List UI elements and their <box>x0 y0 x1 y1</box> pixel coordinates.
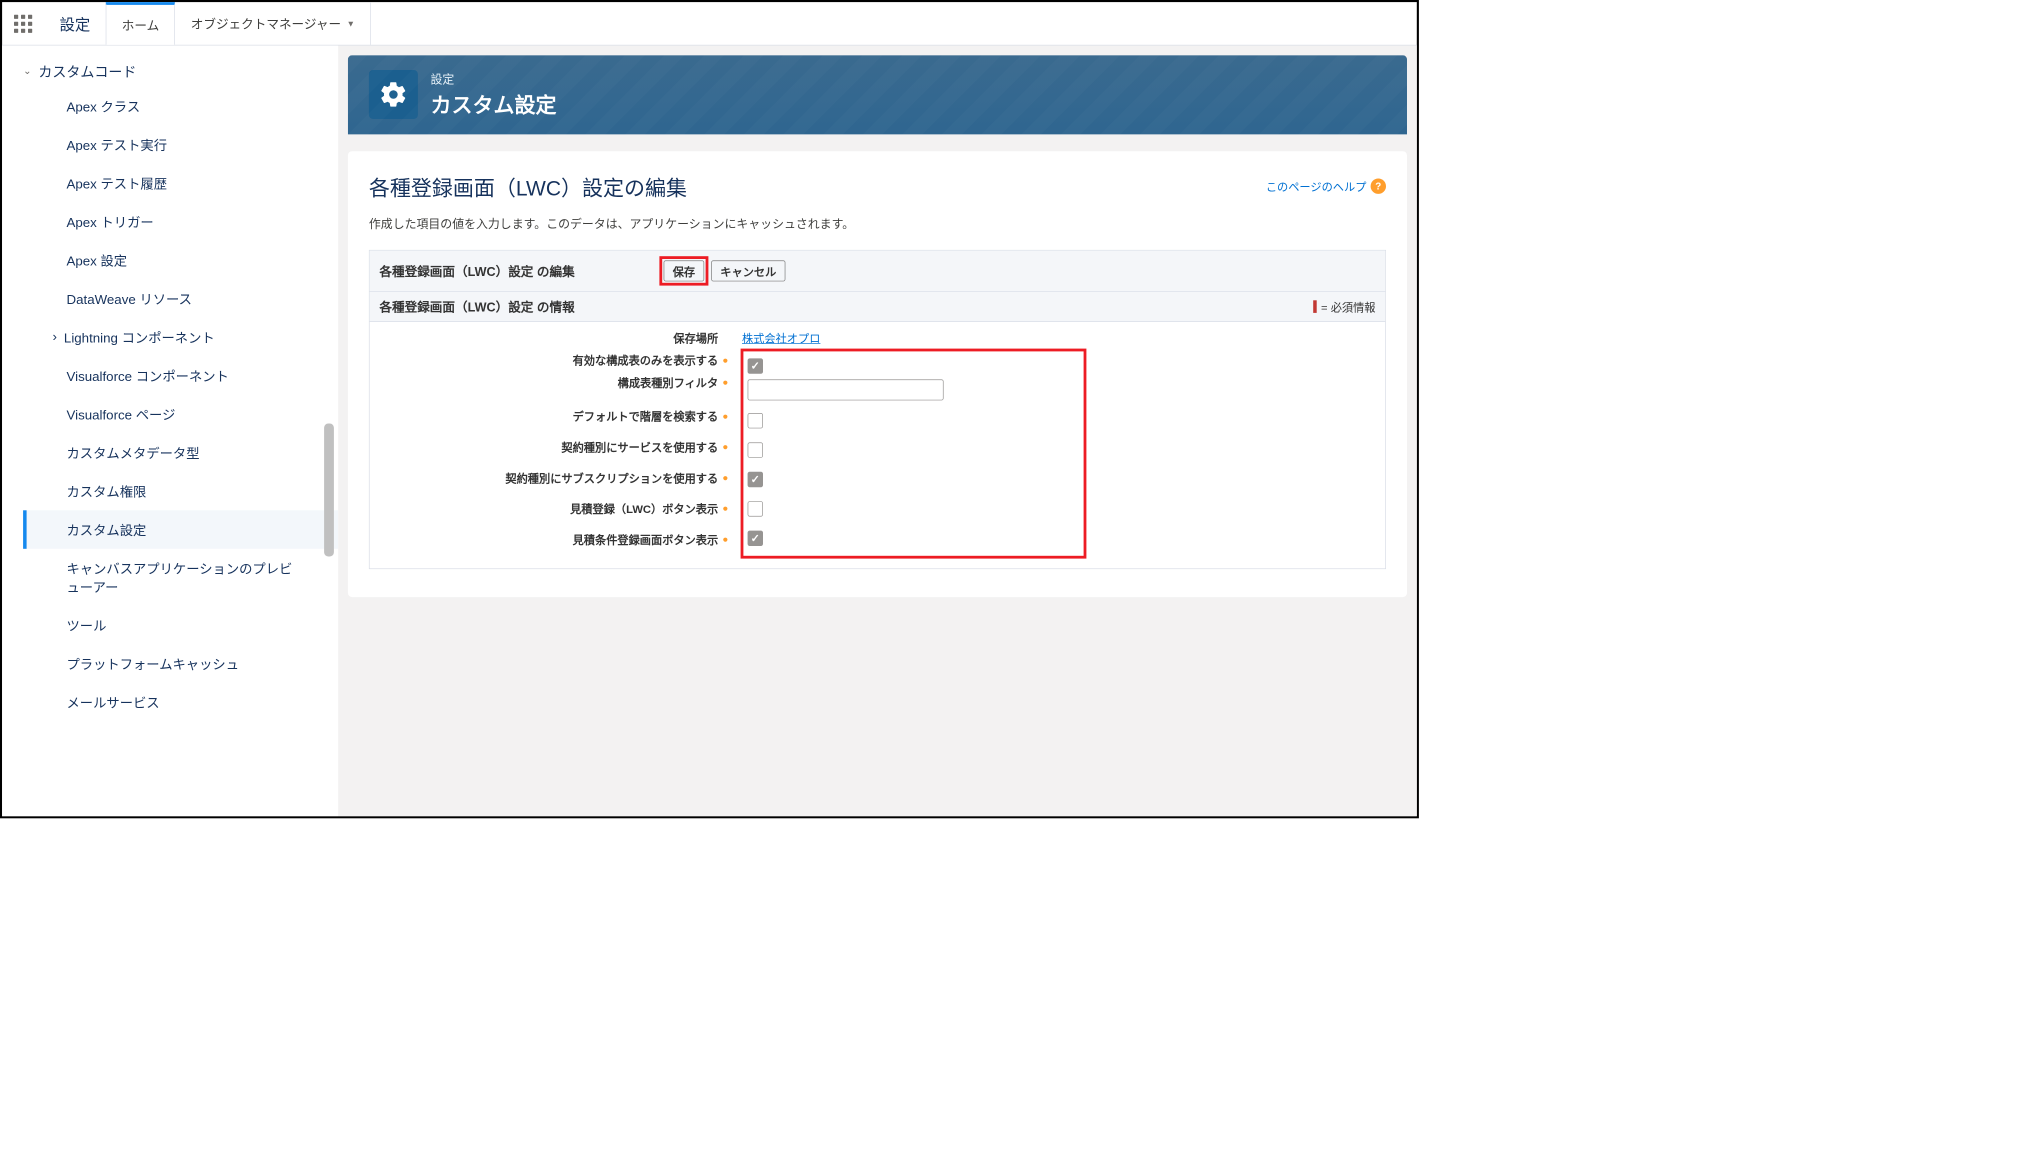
tab-home-label: ホーム <box>122 16 159 34</box>
page-title: カスタム設定 <box>431 88 557 119</box>
sidebar-item-dataweave[interactable]: DataWeave リソース <box>23 279 338 318</box>
sidebar-item-email-services[interactable]: メールサービス <box>23 683 338 722</box>
help-icon[interactable]: ● <box>722 377 736 388</box>
help-link-label: このページのヘルプ <box>1266 178 1367 195</box>
form-header: 各種登録画面（LWC）設定 の編集 保存 キャンセル <box>370 251 1386 292</box>
edit-card: 各種登録画面（LWC）設定の編集 このページのヘルプ ? 作成した項目の値を入力… <box>348 151 1407 597</box>
cancel-button[interactable]: キャンセル <box>711 260 785 281</box>
help-icon[interactable]: ● <box>722 354 736 365</box>
page-header: 設定 カスタム設定 <box>348 55 1407 134</box>
help-icon[interactable]: ● <box>722 441 736 452</box>
card-description: 作成した項目の値を入力します。このデータは、アプリケーションにキャッシュされます… <box>369 214 1386 232</box>
field-label-1: 構成表種別フィルタ <box>379 374 722 391</box>
sidebar-scrollbar[interactable] <box>324 46 337 817</box>
chevron-down-icon: ⌄ <box>23 65 31 77</box>
sidebar-section-custom-code[interactable]: ⌄ カスタムコード <box>23 55 338 86</box>
sidebar-item-vf-pages[interactable]: Visualforce ページ <box>23 395 338 434</box>
chevron-down-icon: ▼ <box>347 19 355 29</box>
field-label-3: 契約種別にサービスを使用する <box>379 438 722 455</box>
form: 各種登録画面（LWC）設定 の編集 保存 キャンセル 各種登録画面（LWC）設定… <box>369 250 1386 569</box>
tab-object-manager[interactable]: オブジェクトマネージャー ▼ <box>175 2 371 45</box>
field-label-2: デフォルトで階層を検索する <box>379 407 722 424</box>
card-title: 各種登録画面（LWC）設定の編集 <box>369 171 687 202</box>
checkbox-default-hierarchy-search[interactable] <box>748 413 763 428</box>
sidebar-item-custom-settings[interactable]: カスタム設定 <box>23 510 338 549</box>
controls-highlight-box <box>741 349 1087 559</box>
required-legend: = 必須情報 <box>1313 298 1375 315</box>
checkbox-use-subscription-by-contract-type[interactable] <box>748 472 763 487</box>
sidebar-item-apex-test-history[interactable]: Apex テスト履歴 <box>23 164 338 203</box>
help-link[interactable]: このページのヘルプ ? <box>1266 178 1386 195</box>
sidebar-item-canvas-preview[interactable]: キャンバスアプリケーションのプレビューアー <box>23 549 338 606</box>
help-icon[interactable]: ● <box>722 533 736 544</box>
help-icon: ? <box>1371 179 1386 194</box>
sidebar-section-label: カスタムコード <box>38 61 136 81</box>
location-link[interactable]: 株式会社オプロ <box>742 333 820 345</box>
sidebar-item-lightning-components[interactable]: › Lightning コンポーネント <box>23 318 338 357</box>
sidebar: ⌄ カスタムコード Apex クラス Apex テスト実行 Apex テスト履歴… <box>2 46 338 817</box>
field-label-4: 契約種別にサブスクリプションを使用する <box>379 469 722 486</box>
checkbox-show-quote-condition-button[interactable] <box>748 531 763 546</box>
form-row-location: 保存場所 株式会社オプロ <box>379 326 1375 348</box>
form-header-label: 各種登録画面（LWC）設定 の編集 <box>379 262 659 280</box>
save-button[interactable]: 保存 <box>664 260 705 281</box>
location-label: 保存場所 <box>379 329 722 346</box>
tab-object-manager-label: オブジェクトマネージャー <box>191 14 341 32</box>
sidebar-item-custom-metadata[interactable]: カスタムメタデータ型 <box>23 433 338 472</box>
sidebar-item-custom-permissions[interactable]: カスタム権限 <box>23 472 338 511</box>
help-icon[interactable]: ● <box>722 503 736 514</box>
checkbox-show-only-valid-bom[interactable] <box>748 358 763 373</box>
form-info-header: 各種登録画面（LWC）設定 の情報 = 必須情報 <box>370 292 1386 322</box>
field-label-5: 見積登録（LWC）ボタン表示 <box>379 500 722 517</box>
sidebar-item-label: Lightning コンポーネント <box>64 328 215 347</box>
help-icon[interactable]: ● <box>722 410 736 421</box>
sidebar-item-platform-cache[interactable]: プラットフォームキャッシュ <box>23 645 338 684</box>
checkbox-show-quote-lwc-button[interactable] <box>748 501 763 516</box>
sidebar-item-apex-settings[interactable]: Apex 設定 <box>23 241 338 279</box>
top-header: 設定 ホーム オブジェクトマネージャー ▼ <box>2 2 1417 45</box>
app-launcher-icon <box>14 14 32 32</box>
breadcrumb: 設定 <box>431 69 557 87</box>
help-icon[interactable]: ● <box>722 472 736 483</box>
sidebar-item-apex-test-run[interactable]: Apex テスト実行 <box>23 125 338 164</box>
sidebar-item-apex-class[interactable]: Apex クラス <box>23 87 338 126</box>
field-label-6: 見積条件登録画面ボタン表示 <box>379 531 722 548</box>
sidebar-item-tools[interactable]: ツール <box>23 606 338 645</box>
app-launcher-button[interactable] <box>2 2 44 45</box>
required-legend-label: = 必須情報 <box>1321 298 1375 315</box>
field-label-0: 有効な構成表のみを表示する <box>379 351 722 368</box>
sidebar-item-apex-trigger[interactable]: Apex トリガー <box>23 202 338 241</box>
required-bar-icon <box>1313 300 1317 313</box>
form-info-title: 各種登録画面（LWC）設定 の情報 <box>379 298 574 316</box>
checkbox-use-service-by-contract-type[interactable] <box>748 442 763 457</box>
app-name: 設定 <box>44 2 106 45</box>
tab-home[interactable]: ホーム <box>106 2 176 45</box>
bom-type-filter-input[interactable] <box>748 379 944 400</box>
chevron-right-icon: › <box>53 329 57 344</box>
scroll-thumb[interactable] <box>324 424 334 557</box>
main-content: 設定 カスタム設定 各種登録画面（LWC）設定の編集 このページのヘルプ ? 作… <box>338 46 1417 817</box>
sidebar-item-vf-components[interactable]: Visualforce コンポーネント <box>23 356 338 395</box>
